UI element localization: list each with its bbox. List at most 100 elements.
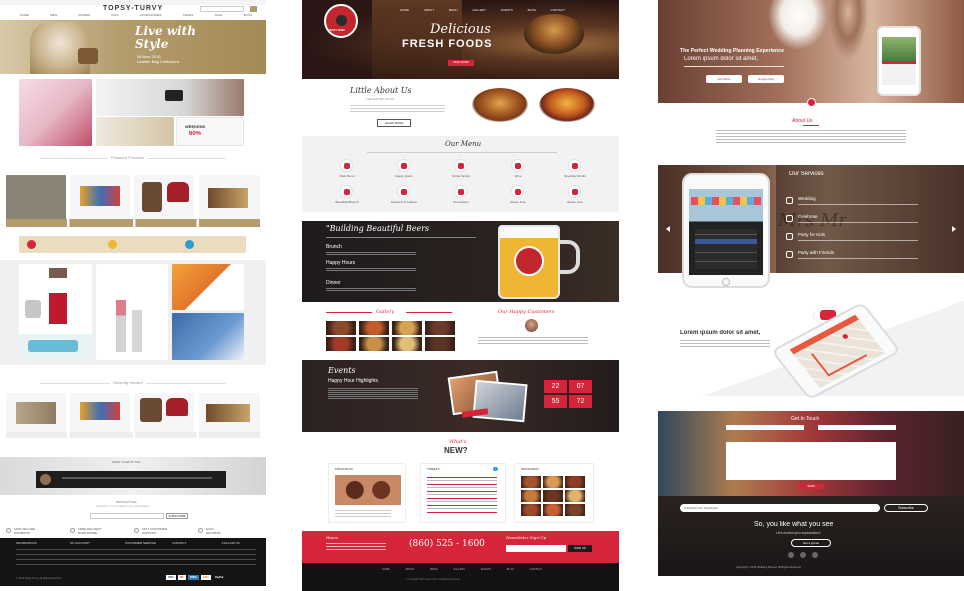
instagram-column[interactable]: INSTAGRAM <box>514 463 594 523</box>
instagram-photo[interactable] <box>565 504 585 516</box>
scroll-down-icon[interactable] <box>807 98 816 107</box>
instagram-photo[interactable] <box>565 490 585 502</box>
restaurant-nav-item[interactable]: BLOG <box>528 8 536 12</box>
weekend-sale-banner[interactable]: WEEKEND 60% <box>176 117 244 146</box>
store-brand[interactable]: TOPSY-TURVY <box>103 5 163 12</box>
store-nav-item[interactable]: HOME <box>20 13 29 19</box>
menu-category[interactable]: Gluten Free <box>548 184 602 208</box>
restaurant-nav-item[interactable]: HOME <box>400 8 409 12</box>
footer-nav-item[interactable]: HOME <box>382 568 390 571</box>
bathroom-tile[interactable] <box>172 313 244 360</box>
store-nav-item[interactable]: KIDS <box>111 13 118 19</box>
instagram-photo[interactable] <box>543 504 563 516</box>
footer-nav-item[interactable]: BLOG <box>507 568 514 571</box>
google-play-button[interactable]: Google Play <box>748 75 784 83</box>
mug-logo <box>514 246 544 276</box>
gallery-thumbnail[interactable] <box>326 321 356 335</box>
restaurant-nav-item[interactable]: MENU <box>449 8 458 12</box>
instagram-photo[interactable] <box>565 476 585 488</box>
cart-icon[interactable] <box>250 6 257 12</box>
footer-nav-item[interactable]: MENU <box>430 568 438 571</box>
gallery-thumbnail[interactable] <box>425 337 455 351</box>
get-quote-button[interactable]: Get a Quote <box>791 539 831 547</box>
instagram-photo[interactable] <box>543 476 563 488</box>
kitchen-tile[interactable] <box>172 264 244 310</box>
send-button[interactable]: SEND <box>798 484 824 489</box>
menu-category[interactable]: Main Menu <box>320 158 374 182</box>
gallery-thumbnail[interactable] <box>359 337 389 351</box>
menu-category[interactable]: Gluten Free <box>491 184 545 208</box>
subscribe-input[interactable]: Subscribe Our Newsletter <box>680 504 880 512</box>
subscribe-button[interactable]: SUBSCRIBE <box>166 513 188 519</box>
gallery-thumbnail[interactable] <box>392 321 422 335</box>
store-hero-banner[interactable]: Live with Style All New 2016 Leather Bag… <box>0 20 266 74</box>
service-item[interactable]: Celebrate <box>786 214 936 228</box>
shopping-couple-banner[interactable] <box>19 79 92 146</box>
service-item[interactable]: Wedding <box>786 196 936 210</box>
gallery-thumbnail[interactable] <box>359 321 389 335</box>
store-nav-item[interactable]: SHOES <box>183 13 194 19</box>
accessories-banner[interactable] <box>96 117 174 146</box>
store-nav-item[interactable]: BLOG <box>244 13 252 19</box>
instagram-photo[interactable] <box>521 490 541 502</box>
app-button[interactable] <box>695 239 757 244</box>
instagram-photo[interactable] <box>521 504 541 516</box>
store-nav-item[interactable]: ACCESSORIES <box>140 13 162 19</box>
subscribe-newsletter-button[interactable]: Subscribe <box>884 504 928 512</box>
footer-nav-item[interactable]: GALLERY <box>453 568 465 571</box>
footer-nav-item[interactable]: ABOUT <box>405 568 414 571</box>
beer-menu-item[interactable]: Dinner <box>326 280 341 286</box>
message-textarea[interactable] <box>726 442 896 480</box>
pinterest-icon[interactable] <box>812 552 818 558</box>
lipstick-tile[interactable] <box>96 264 168 360</box>
store-nav-item[interactable]: SALE <box>215 13 223 19</box>
beer-menu-item[interactable]: Happy Hours <box>326 260 355 266</box>
footer-nav-item[interactable]: CONTACT <box>530 568 542 571</box>
menu-category[interactable]: Happy Hours <box>377 158 431 182</box>
beer-photo[interactable] <box>539 88 595 122</box>
footer-phone[interactable]: (860) 525 - 1600 <box>409 539 485 549</box>
slider-prev-icon[interactable] <box>666 226 670 232</box>
menu-category[interactable]: Breakfast/Brunch <box>320 184 374 208</box>
restaurant-nav-item[interactable]: CONTACT <box>551 8 565 12</box>
whats-new-script: What's <box>449 439 467 445</box>
restaurant-nav-item[interactable]: GALLERY <box>472 8 486 12</box>
facebook-icon[interactable] <box>788 552 794 558</box>
instagram-photo[interactable] <box>521 476 541 488</box>
service-item[interactable]: Party for Kids <box>786 232 936 246</box>
services-phone <box>682 173 770 288</box>
newsletter-email-input[interactable] <box>90 513 164 519</box>
newsletter-input[interactable] <box>506 545 566 552</box>
slider-next-icon[interactable] <box>952 226 956 232</box>
gallery-thumbnail[interactable] <box>425 321 455 335</box>
store-nav-item[interactable]: MEN <box>50 13 57 19</box>
restaurant-nav-item[interactable]: EVENTS <box>501 8 513 12</box>
footer-links[interactable] <box>16 547 256 569</box>
email-input[interactable] <box>818 425 896 430</box>
restaurant-nav-item[interactable]: ABOUT <box>424 8 434 12</box>
service-item[interactable]: Party with Friends <box>786 250 936 264</box>
menu-category[interactable]: Drinks Spirits <box>434 158 488 182</box>
gallery-thumbnail[interactable] <box>392 337 422 351</box>
menu-category[interactable]: Promotions <box>434 184 488 208</box>
event-photo[interactable] <box>472 379 528 423</box>
signup-button[interactable]: SIGN UP <box>568 545 592 552</box>
hero-read-more-button[interactable]: READ MORE <box>448 60 474 66</box>
instagram-photo[interactable] <box>543 490 563 502</box>
store-search-input[interactable] <box>200 6 244 12</box>
twitter-icon[interactable] <box>800 552 806 558</box>
footer-nav-item[interactable]: EVENTS <box>481 568 491 571</box>
store-nav-item[interactable]: WOMEN <box>78 13 90 19</box>
menu-category[interactable]: Wine <box>491 158 545 182</box>
tweets-column[interactable]: TWEETS <box>420 463 506 523</box>
app-store-button[interactable]: App Store <box>706 75 742 83</box>
menu-category[interactable]: Specialty Drinks <box>548 158 602 182</box>
blog-column[interactable]: FROM BLOG <box>328 463 406 523</box>
beer-menu-item[interactable]: Brunch <box>326 244 342 250</box>
restaurant-logo[interactable]: CRAZY SUBS <box>324 4 358 38</box>
learn-more-button[interactable]: LEARN MORE <box>377 119 411 127</box>
menu-category[interactable]: Desserts & Coffees <box>377 184 431 208</box>
gallery-thumbnail[interactable] <box>326 337 356 351</box>
name-input[interactable] <box>726 425 804 430</box>
burger-photo[interactable] <box>472 88 528 122</box>
